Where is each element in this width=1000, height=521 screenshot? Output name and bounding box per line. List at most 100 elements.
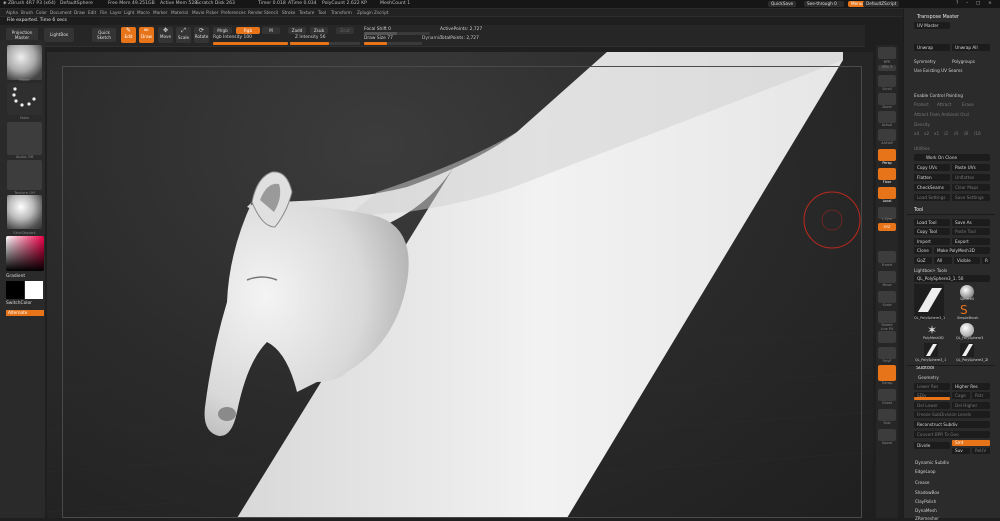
frame-button[interactable] [878, 251, 896, 263]
work-on-clone-button[interactable]: Work On Clone [914, 154, 990, 161]
cage-button[interactable]: Cage [952, 392, 970, 399]
menu-zplugin[interactable]: Zplugin [357, 10, 373, 15]
move-button[interactable]: ✥ Move [158, 27, 173, 43]
polyf-button[interactable] [878, 347, 896, 359]
import-button[interactable]: Import [914, 238, 950, 245]
density-half[interactable]: /2 [944, 131, 948, 136]
clone-button[interactable]: Clone [914, 247, 932, 254]
persp-button[interactable] [878, 149, 896, 161]
unwrap-button[interactable]: Unwrap [914, 44, 950, 51]
polygroups-toggle[interactable]: Polygroups [952, 59, 975, 64]
del-lower-button[interactable]: Del Lower [914, 402, 950, 409]
local-button[interactable] [878, 187, 896, 199]
load-tool-button[interactable]: Load Tool [914, 219, 950, 226]
del-higher-button[interactable]: Del Higher [952, 402, 990, 409]
current-tool-slider[interactable]: QL_PolySphere3_1. 50 [914, 275, 990, 282]
edge-loop-header[interactable]: EdgeLoop [915, 469, 936, 474]
rstr-button[interactable]: Rstr [972, 392, 990, 399]
texture-thumbnail[interactable] [7, 160, 42, 190]
uv-master-button[interactable]: UV Master [914, 22, 950, 29]
subtool-header[interactable]: Subtool [916, 366, 934, 371]
actual-button[interactable] [878, 111, 896, 123]
menu-document[interactable]: Document [50, 10, 72, 15]
quicksave-button[interactable]: QuickSave [768, 1, 797, 7]
flatten-button[interactable]: Flatten [914, 174, 950, 181]
unwrap-all-button[interactable]: Unwrap All [952, 44, 990, 51]
paste-uvs-button[interactable]: Paste UVs [952, 164, 990, 171]
polymesh-star-icon[interactable]: ✶ [927, 323, 937, 337]
xpose-button[interactable] [878, 429, 896, 441]
menu-file[interactable]: File [100, 10, 107, 15]
scale-view-button[interactable] [878, 291, 896, 303]
geometry-header[interactable]: Geometry [918, 375, 939, 380]
z-intensity-slider[interactable] [290, 42, 360, 45]
maximize-icon[interactable]: □ [976, 1, 980, 6]
dynamic-toggle[interactable]: Dynamic [422, 36, 441, 41]
material-thumbnail[interactable] [7, 195, 42, 229]
density-x4[interactable]: x4 [914, 131, 919, 136]
zadd-button[interactable]: Zadd [288, 27, 306, 34]
menu-stroke[interactable]: Stroke [282, 10, 295, 15]
menu-transform[interactable]: Transform [331, 10, 352, 15]
menu-macro[interactable]: Macro [137, 10, 150, 15]
density-x2[interactable]: x2 [924, 131, 929, 136]
edit-button[interactable]: ✎ Edit [121, 27, 136, 43]
convert-bpr-button[interactable]: Convert BPR To Geo [914, 431, 990, 438]
draw-size-slider[interactable] [364, 42, 422, 45]
make-polymesh-button[interactable]: Make PolyMesh3D [934, 247, 990, 254]
mrgb-button[interactable]: Mrgb [213, 27, 232, 34]
smt-toggle[interactable]: Smt [952, 440, 990, 446]
alpha-thumbnail[interactable] [7, 122, 42, 155]
menu-preferences[interactable]: Preferences [221, 10, 246, 15]
export-button[interactable]: Export [952, 238, 990, 245]
reuv-toggle[interactable]: ReUV [972, 448, 990, 454]
copy-tool-button[interactable]: Copy Tool [914, 228, 950, 235]
menu-layer[interactable]: Layer [110, 10, 122, 15]
rgb-intensity-slider[interactable] [213, 42, 288, 45]
simplebrush-tool-icon[interactable]: S [960, 303, 968, 317]
enable-control-painting[interactable]: Enable Control Painting [914, 93, 963, 98]
brush-thumbnail[interactable] [7, 45, 42, 80]
focal-shift-slider[interactable] [364, 32, 430, 35]
move-view-button[interactable] [878, 271, 896, 283]
rgb-button[interactable]: Rgb [236, 27, 260, 34]
menu-draw[interactable]: Draw [74, 10, 85, 15]
menu-picker[interactable]: Picker [206, 10, 218, 15]
help-icon[interactable]: ? [956, 1, 958, 6]
ghost-button[interactable] [878, 389, 896, 401]
clay-polish-header[interactable]: ClayPolish [915, 499, 936, 504]
line-fill-button[interactable] [878, 331, 896, 343]
protect-button[interactable]: Protect [914, 102, 929, 107]
solo-button[interactable] [878, 409, 896, 421]
use-existing-uv-toggle[interactable]: Use Existing UV Seams [914, 68, 962, 73]
density-sixteenth[interactable]: /16 [974, 131, 981, 136]
menu-alpha[interactable]: Alpha [6, 10, 18, 15]
alternate-button[interactable]: Alternate [6, 310, 44, 316]
menu-render[interactable]: Render [248, 10, 263, 15]
zoom-button[interactable] [878, 93, 896, 105]
clear-maps-button[interactable]: Clear Maps [952, 184, 990, 191]
crease-header[interactable]: Crease [915, 480, 929, 485]
tool-header[interactable]: Tool [914, 208, 923, 213]
save-as-button[interactable]: Save As [952, 219, 990, 226]
divide-button[interactable]: Divide [914, 442, 950, 449]
menu-brush[interactable]: Brush [21, 10, 33, 15]
menu-zscript[interactable]: Zscript [374, 10, 389, 15]
floor-button[interactable] [878, 168, 896, 180]
freeze-subdivision-button[interactable]: Freeze SubDivision Levels [914, 411, 990, 418]
check-seams-button[interactable]: CheckSeams [914, 184, 950, 191]
aahalf-button[interactable] [878, 129, 896, 141]
paste-tool-button[interactable]: Paste Tool [952, 228, 990, 235]
lightbox-button[interactable]: LightBox [44, 28, 74, 42]
switch-color-label[interactable]: SwitchColor [6, 301, 32, 306]
transp-button[interactable] [878, 365, 896, 381]
dyna-mesh-header[interactable]: DynaMesh [915, 508, 937, 513]
menu-stencil[interactable]: Stencil [264, 10, 278, 15]
unflatten-button[interactable]: Unflatten [952, 174, 990, 181]
quick-sketch-button[interactable]: Quick Sketch [92, 28, 116, 42]
color-picker[interactable] [6, 236, 44, 271]
menu-tool[interactable]: Tool [318, 10, 326, 15]
draw-button[interactable]: ✏ Draw [139, 27, 154, 43]
density-x1[interactable]: x1 [934, 131, 939, 136]
load-settings-button[interactable]: Load Settings [914, 194, 950, 201]
